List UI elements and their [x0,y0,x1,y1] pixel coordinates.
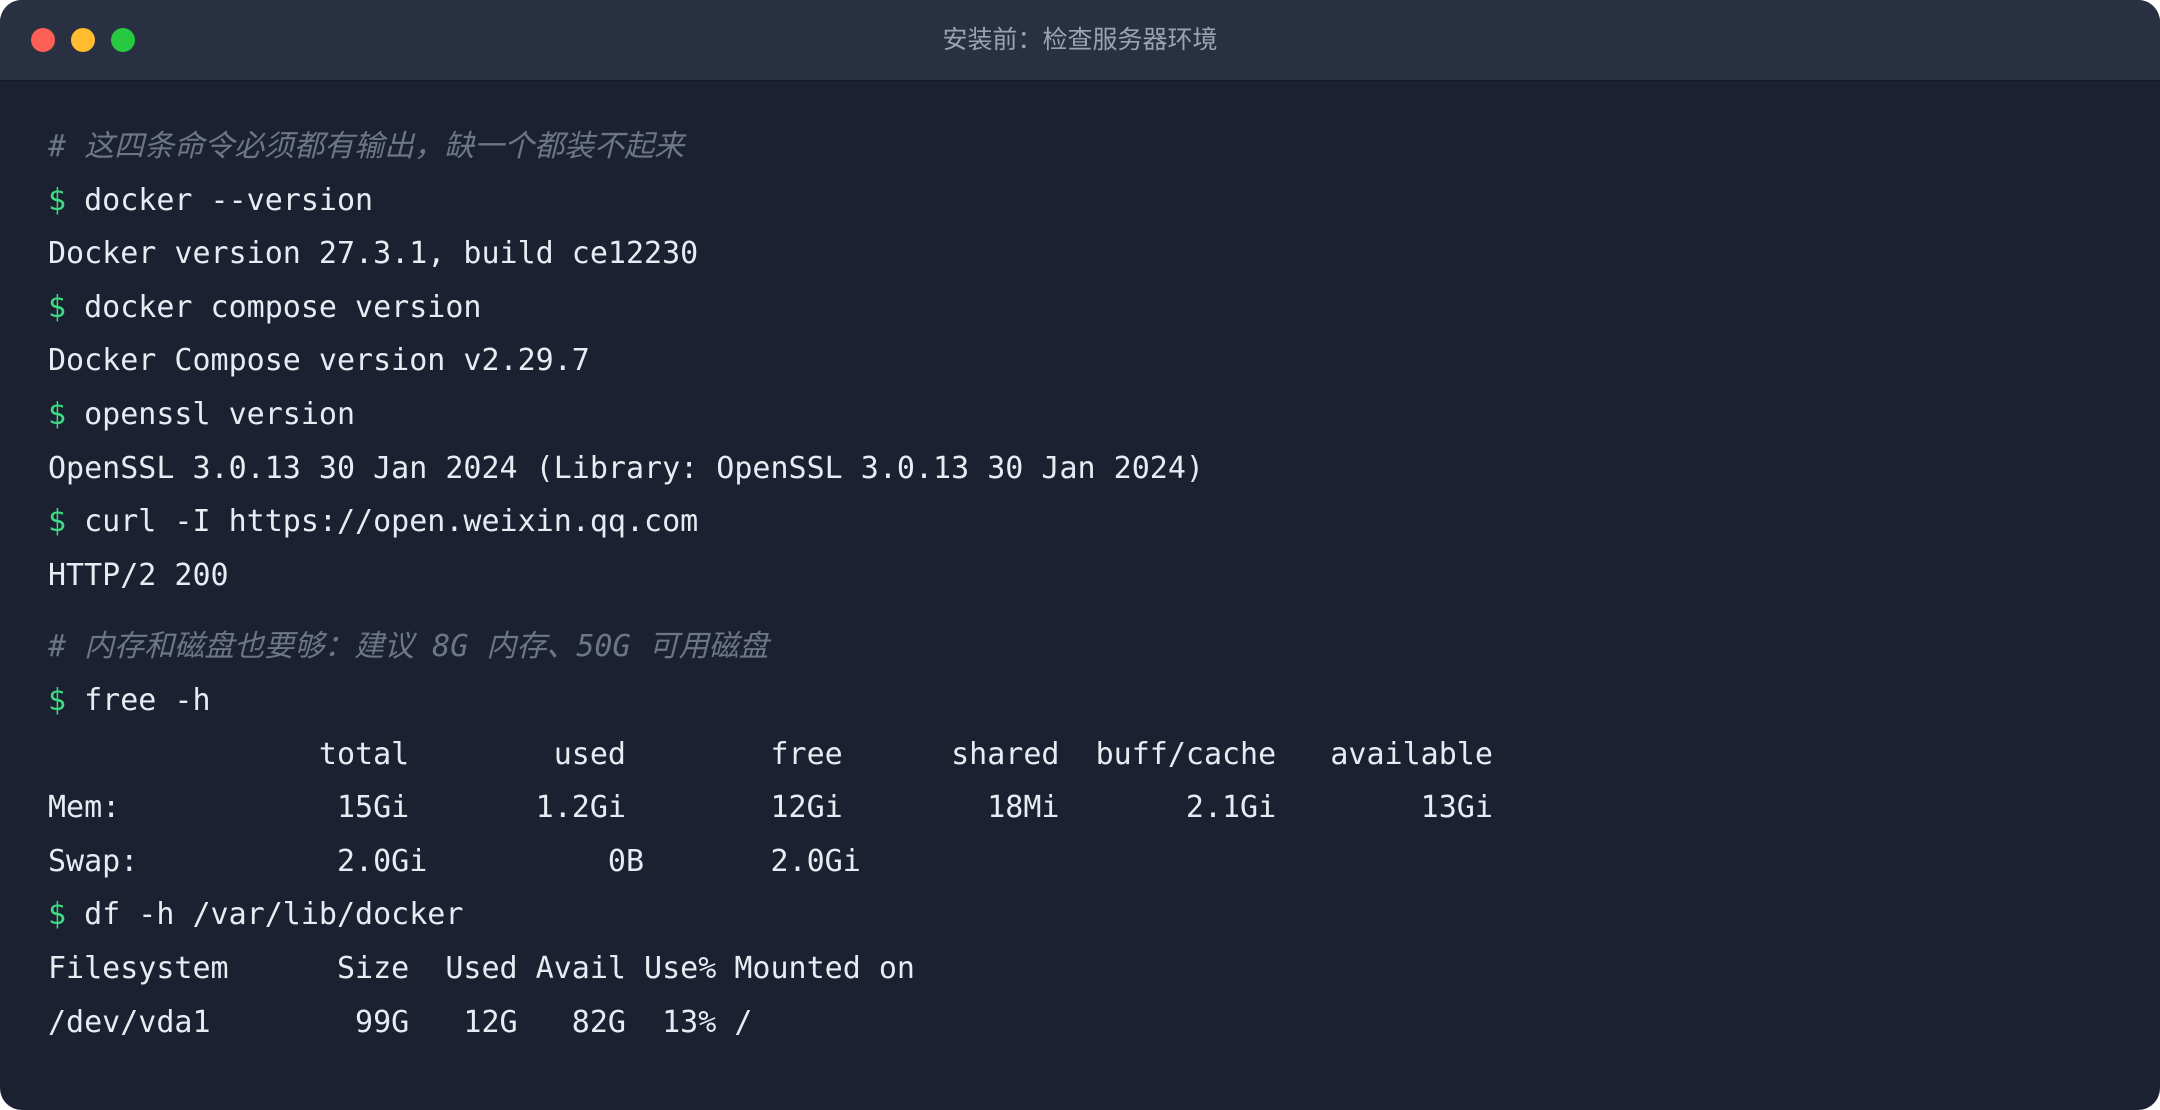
command-text: openssl version [84,396,356,432]
window-title: 安装前：检查服务器环境 [942,25,1218,54]
prompt-symbol: $ [48,182,67,218]
command-line: $ docker --version [48,174,2128,228]
command-line: $ openssl version [48,388,2128,442]
output-line: Docker version 27.3.1, build ce12230 [48,236,699,272]
output-line: OpenSSL 3.0.13 30 Jan 2024 (Library: Ope… [48,450,1204,486]
prompt-symbol: $ [48,396,67,432]
command-text: curl -I https://open.weixin.qq.com [84,504,699,540]
command-line: $ docker compose version [48,281,2128,335]
comment-line: # 这四条命令必须都有输出，缺一个都装不起来 [48,129,685,164]
prompt-symbol: $ [48,289,67,325]
prompt-symbol: $ [48,682,67,718]
free-mem-row: Mem: 15Gi 1.2Gi 12Gi 18Mi 2.1Gi 13Gi [48,790,1493,826]
prompt-symbol: $ [48,504,67,540]
output-line: Docker Compose version v2.29.7 [48,343,590,379]
command-text: free -h [84,682,211,718]
command-text: docker --version [84,182,374,218]
prompt-symbol: $ [48,897,67,933]
terminal-output[interactable]: # 这四条命令必须都有输出，缺一个都装不起来 $ docker --versio… [48,120,2128,1049]
free-swap-row: Swap: 2.0Gi 0B 2.0Gi [48,843,861,879]
df-data-row: /dev/vda1 99G 12G 82G 13% / [48,1004,753,1040]
df-header-row: Filesystem Size Used Avail Use% Mounted … [48,950,915,986]
comment-line: # 内存和磁盘也要够：建议 8G 内存、50G 可用磁盘 [48,629,769,665]
title-bar: 安装前：检查服务器环境 [0,0,2160,81]
command-line: $ curl -I https://open.weixin.qq.com [48,495,2128,549]
command-text: df -h /var/lib/docker [84,897,464,933]
free-header-row: total used free shared buff/cache availa… [48,736,1493,772]
output-line: HTTP/2 200 [48,557,229,593]
command-line: $ free -h [48,674,2128,728]
command-line: $ df -h /var/lib/docker [48,888,2128,942]
terminal-window: 安装前：检查服务器环境 # 这四条命令必须都有输出，缺一个都装不起来 $ doc… [0,0,2160,1110]
command-text: docker compose version [84,289,482,325]
